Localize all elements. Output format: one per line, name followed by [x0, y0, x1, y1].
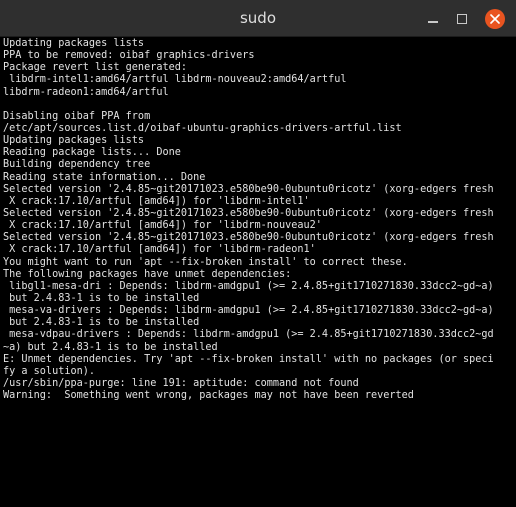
terminal-line: fy a solution).	[3, 365, 96, 377]
terminal-line: /usr/sbin/ppa-purge: line 191: aptitude:…	[3, 377, 359, 389]
terminal-line: X crack:17.10/artful [amd64]) for 'libdr…	[3, 244, 316, 256]
terminal-line: libgl1-mesa-dri : Depends: libdrm-amdgpu…	[3, 280, 494, 292]
terminal-line: ~a) but 2.4.83-1 is to be installed	[3, 341, 218, 353]
terminal-line: Selected version '2.4.85~git20171023.e58…	[3, 232, 494, 244]
terminal-line: Selected version '2.4.85~git20171023.e58…	[3, 183, 494, 195]
terminal-line: The following packages have unmet depend…	[3, 268, 292, 280]
terminal-line: Updating packages lists	[3, 135, 145, 147]
terminal-line: Reading state information... Done	[3, 171, 206, 183]
terminal-line: Building dependency tree	[3, 159, 151, 171]
terminal-window: sudo Updating packages lists PPA to be r…	[0, 0, 516, 507]
terminal-line: Reading package lists... Done	[3, 147, 181, 159]
terminal-line: mesa-va-drivers : Depends: libdrm-amdgpu…	[3, 305, 494, 317]
terminal-line: X crack:17.10/artful [amd64]) for 'libdr…	[3, 220, 322, 232]
terminal-line: Selected version '2.4.85~git20171023.e58…	[3, 207, 494, 219]
terminal-line: Updating packages lists	[3, 38, 145, 49]
terminal-line: Package revert list generated:	[3, 62, 188, 74]
terminal-line: but 2.4.83-1 is to be installed	[3, 292, 200, 304]
title-bar[interactable]: sudo	[0, 0, 516, 37]
terminal-line: mesa-vdpau-drivers : Depends: libdrm-amd…	[3, 329, 494, 341]
terminal-line: E: Unmet dependencies. Try 'apt --fix-br…	[3, 353, 494, 365]
terminal-line: but 2.4.83-1 is to be installed	[3, 317, 200, 329]
terminal-line: You might want to run 'apt --fix-broken …	[3, 256, 408, 268]
minimize-icon[interactable]	[423, 9, 443, 29]
close-icon[interactable]	[485, 9, 505, 29]
terminal-line: X crack:17.10/artful [amd64]) for 'libdr…	[3, 195, 310, 207]
terminal-line: PPA to be removed: oibaf graphics-driver…	[3, 50, 255, 62]
terminal-output[interactable]: Updating packages lists PPA to be remove…	[0, 37, 516, 507]
terminal-line: Disabling oibaf PPA from	[3, 110, 151, 122]
terminal-line: libdrm-intel1:amd64/artful libdrm-nouvea…	[3, 74, 347, 86]
maximize-icon[interactable]	[452, 9, 472, 29]
terminal-line: libdrm-radeon1:amd64/artful	[3, 86, 169, 98]
terminal-line: Warning: Something went wrong, packages …	[3, 390, 414, 402]
terminal-line: /etc/apt/sources.list.d/oibaf-ubuntu-gra…	[3, 122, 402, 134]
